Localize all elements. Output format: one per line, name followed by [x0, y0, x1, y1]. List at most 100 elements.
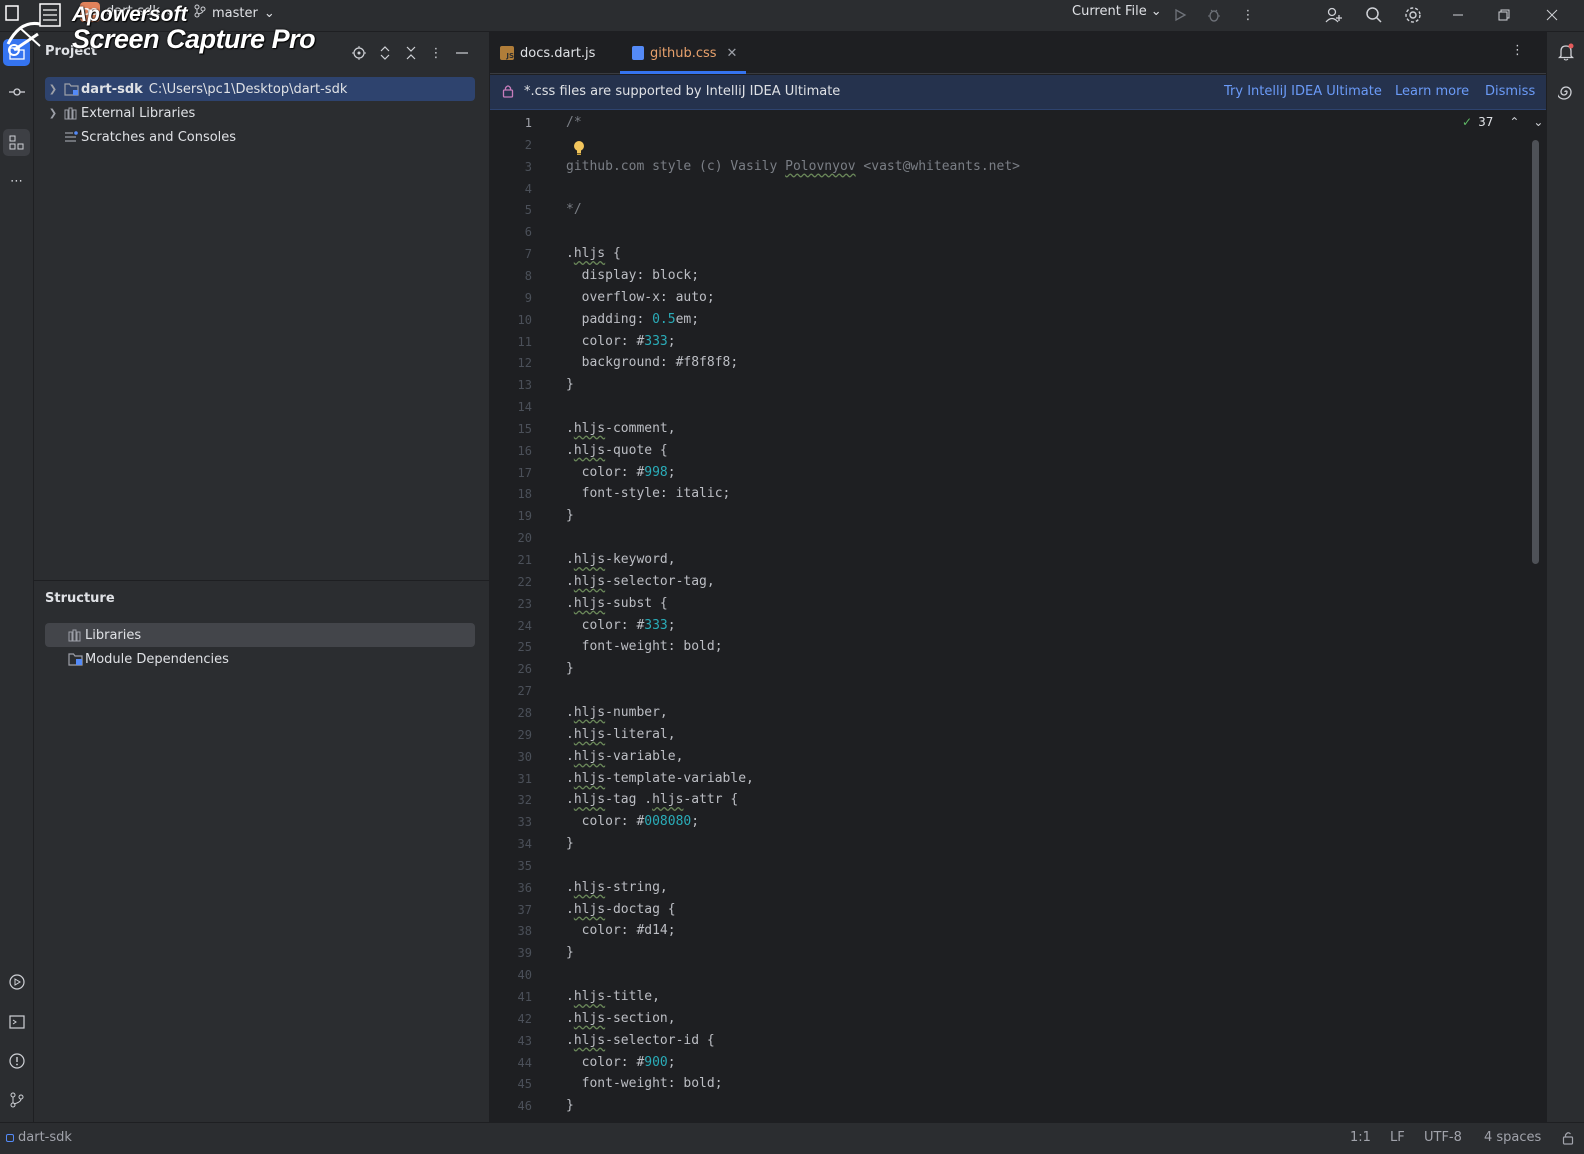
line-number: 5	[524, 203, 532, 218]
line-number: 14	[517, 400, 532, 415]
tree-item-scratches[interactable]: Scratches and Consoles	[45, 125, 236, 149]
code-line: .hljs-doctag {	[566, 901, 676, 917]
code-line: .hljs-title,	[566, 989, 660, 1004]
ultimate-banner: *.css files are supported by IntelliJ ID…	[490, 75, 1546, 110]
add-user-icon[interactable]	[1322, 3, 1346, 27]
search-icon[interactable]	[1362, 3, 1386, 27]
code-line: /*	[566, 115, 582, 130]
chevron-right-icon[interactable]: ❯	[45, 84, 61, 95]
line-number: 21	[517, 553, 532, 567]
more-actions-icon[interactable]: ⋮	[1236, 3, 1260, 27]
terminal-icon[interactable]	[3, 1008, 30, 1035]
status-project[interactable]: dart-sdk	[6, 1130, 72, 1145]
services-icon[interactable]	[3, 968, 30, 995]
tab-docs-dart-js[interactable]: JS docs.dart.js	[500, 32, 595, 74]
code-line: color: #d14;	[566, 923, 676, 939]
lock-icon	[502, 84, 514, 102]
status-caret-position[interactable]: 1:1	[1350, 1130, 1371, 1145]
code-line: github.com style (c) Vasily Polovnyov <v…	[566, 158, 1020, 174]
line-number: 43	[517, 1033, 532, 1048]
line-number: 46	[517, 1099, 532, 1114]
close-tab-icon[interactable]: ✕	[727, 46, 738, 61]
module-deps-icon	[65, 652, 85, 666]
hide-panel-icon[interactable]	[452, 43, 472, 63]
line-number-gutter[interactable]: 1 2 3 4 5 6 7 8 9 10 11 12 13 14 15 16 17 18 19 20 21 22 23 24 2…	[490, 112, 560, 1122]
learn-more-link[interactable]: Learn more	[1395, 84, 1469, 99]
collapse-all-icon[interactable]	[401, 43, 421, 63]
git-icon[interactable]	[3, 1086, 30, 1113]
line-number: 42	[517, 1011, 532, 1026]
line-number: 15	[517, 421, 532, 436]
chevron-right-icon[interactable]: ❯	[45, 108, 61, 119]
code-line: color: #333;	[566, 617, 676, 633]
right-tool-strip	[1546, 32, 1584, 1122]
line-number: 37	[517, 902, 532, 917]
tabs-options-icon[interactable]: ⋮	[1511, 43, 1524, 58]
status-line-separator[interactable]: LF	[1390, 1130, 1405, 1145]
run-icon[interactable]	[1168, 3, 1192, 27]
code-line: }	[566, 661, 574, 677]
structure-panel-title: Structure	[45, 591, 115, 606]
status-indent[interactable]: 4 spaces	[1484, 1130, 1541, 1145]
line-number: 27	[517, 684, 532, 699]
line-number: 20	[517, 531, 532, 546]
code-line: .hljs-section,	[566, 1010, 676, 1026]
tree-item-dart-sdk[interactable]: ❯ dart-sdk C:\Users\pc1\Desktop\dart-sdk	[45, 77, 475, 101]
notifications-bell-icon[interactable]	[1554, 40, 1578, 64]
problems-icon[interactable]	[3, 1047, 30, 1074]
structure-item-libraries[interactable]: Libraries	[45, 623, 475, 647]
line-number: 32	[517, 793, 532, 808]
lightbulb-icon[interactable]	[573, 140, 585, 160]
locate-file-icon[interactable]	[349, 43, 369, 63]
editor-scrollbar[interactable]	[1532, 140, 1539, 564]
banner-message: *.css files are supported by IntelliJ ID…	[524, 84, 841, 99]
commit-icon[interactable]	[3, 78, 30, 105]
expand-all-icon[interactable]	[375, 43, 395, 63]
line-number: 24	[517, 618, 532, 633]
tab-label: github.css	[650, 45, 717, 61]
code-editor[interactable]: /* github.com style (c) Vasily Polovnyov …	[560, 112, 1526, 1122]
options-icon[interactable]: ⋮	[426, 43, 446, 63]
debug-icon[interactable]	[1202, 3, 1226, 27]
code-line: .hljs {	[566, 246, 621, 262]
chevron-up-icon[interactable]: ⌃	[1509, 115, 1519, 129]
code-line: .hljs-tag .hljs-attr {	[566, 792, 739, 808]
checkmark-icon: ✓	[1462, 115, 1473, 129]
try-ultimate-link[interactable]: Try IntelliJ IDEA Ultimate	[1224, 84, 1382, 99]
restore-icon[interactable]	[1492, 3, 1516, 27]
code-line: }	[566, 836, 574, 852]
chevron-down-icon[interactable]: ⌄	[1533, 115, 1543, 129]
tree-item-path: C:\Users\pc1\Desktop\dart-sdk	[148, 81, 348, 97]
unlock-icon[interactable]	[1562, 1131, 1574, 1149]
close-window-icon[interactable]	[1540, 3, 1564, 27]
code-line: */	[566, 202, 582, 218]
structure-item-module-dependencies[interactable]: Module Dependencies	[45, 647, 229, 671]
line-number: 9	[524, 290, 532, 305]
structure-panel: Structure Libraries Module Dependencies	[34, 580, 490, 1122]
run-config-selector[interactable]: Current File ⌄	[1072, 4, 1162, 19]
status-encoding[interactable]: UTF-8	[1424, 1130, 1462, 1145]
ai-assistant-spiral-icon[interactable]	[1554, 80, 1578, 104]
code-line: color: #900;	[566, 1054, 676, 1070]
more-tools-icon[interactable]: ⋯	[3, 168, 30, 195]
tree-item-name: External Libraries	[81, 105, 196, 121]
tree-item-external-libraries[interactable]: ❯ External Libraries	[45, 101, 195, 125]
code-line: background: #f8f8f8;	[566, 355, 739, 371]
code-line: .hljs-string,	[566, 879, 668, 895]
code-line: .hljs-number,	[566, 704, 668, 720]
code-line: .hljs-literal,	[566, 726, 676, 742]
code-line: }	[566, 945, 574, 961]
settings-gear-icon[interactable]	[1401, 3, 1425, 27]
minimize-icon[interactable]	[1446, 3, 1470, 27]
code-line: font-style: italic;	[566, 486, 731, 502]
tab-github-css[interactable]: github.css ✕	[620, 32, 746, 74]
watermark-line1: Apowersoft	[72, 3, 188, 26]
line-number: 18	[517, 487, 532, 502]
inspections-widget[interactable]: ✓ 37 ⌃ ⌄	[1462, 115, 1543, 129]
libraries-icon	[65, 629, 85, 642]
line-number: 44	[517, 1055, 532, 1070]
structure-tool-icon[interactable]	[3, 129, 30, 156]
inspections-count: 37	[1478, 115, 1494, 129]
dismiss-link[interactable]: Dismiss	[1485, 84, 1535, 99]
line-number: 31	[517, 771, 532, 786]
